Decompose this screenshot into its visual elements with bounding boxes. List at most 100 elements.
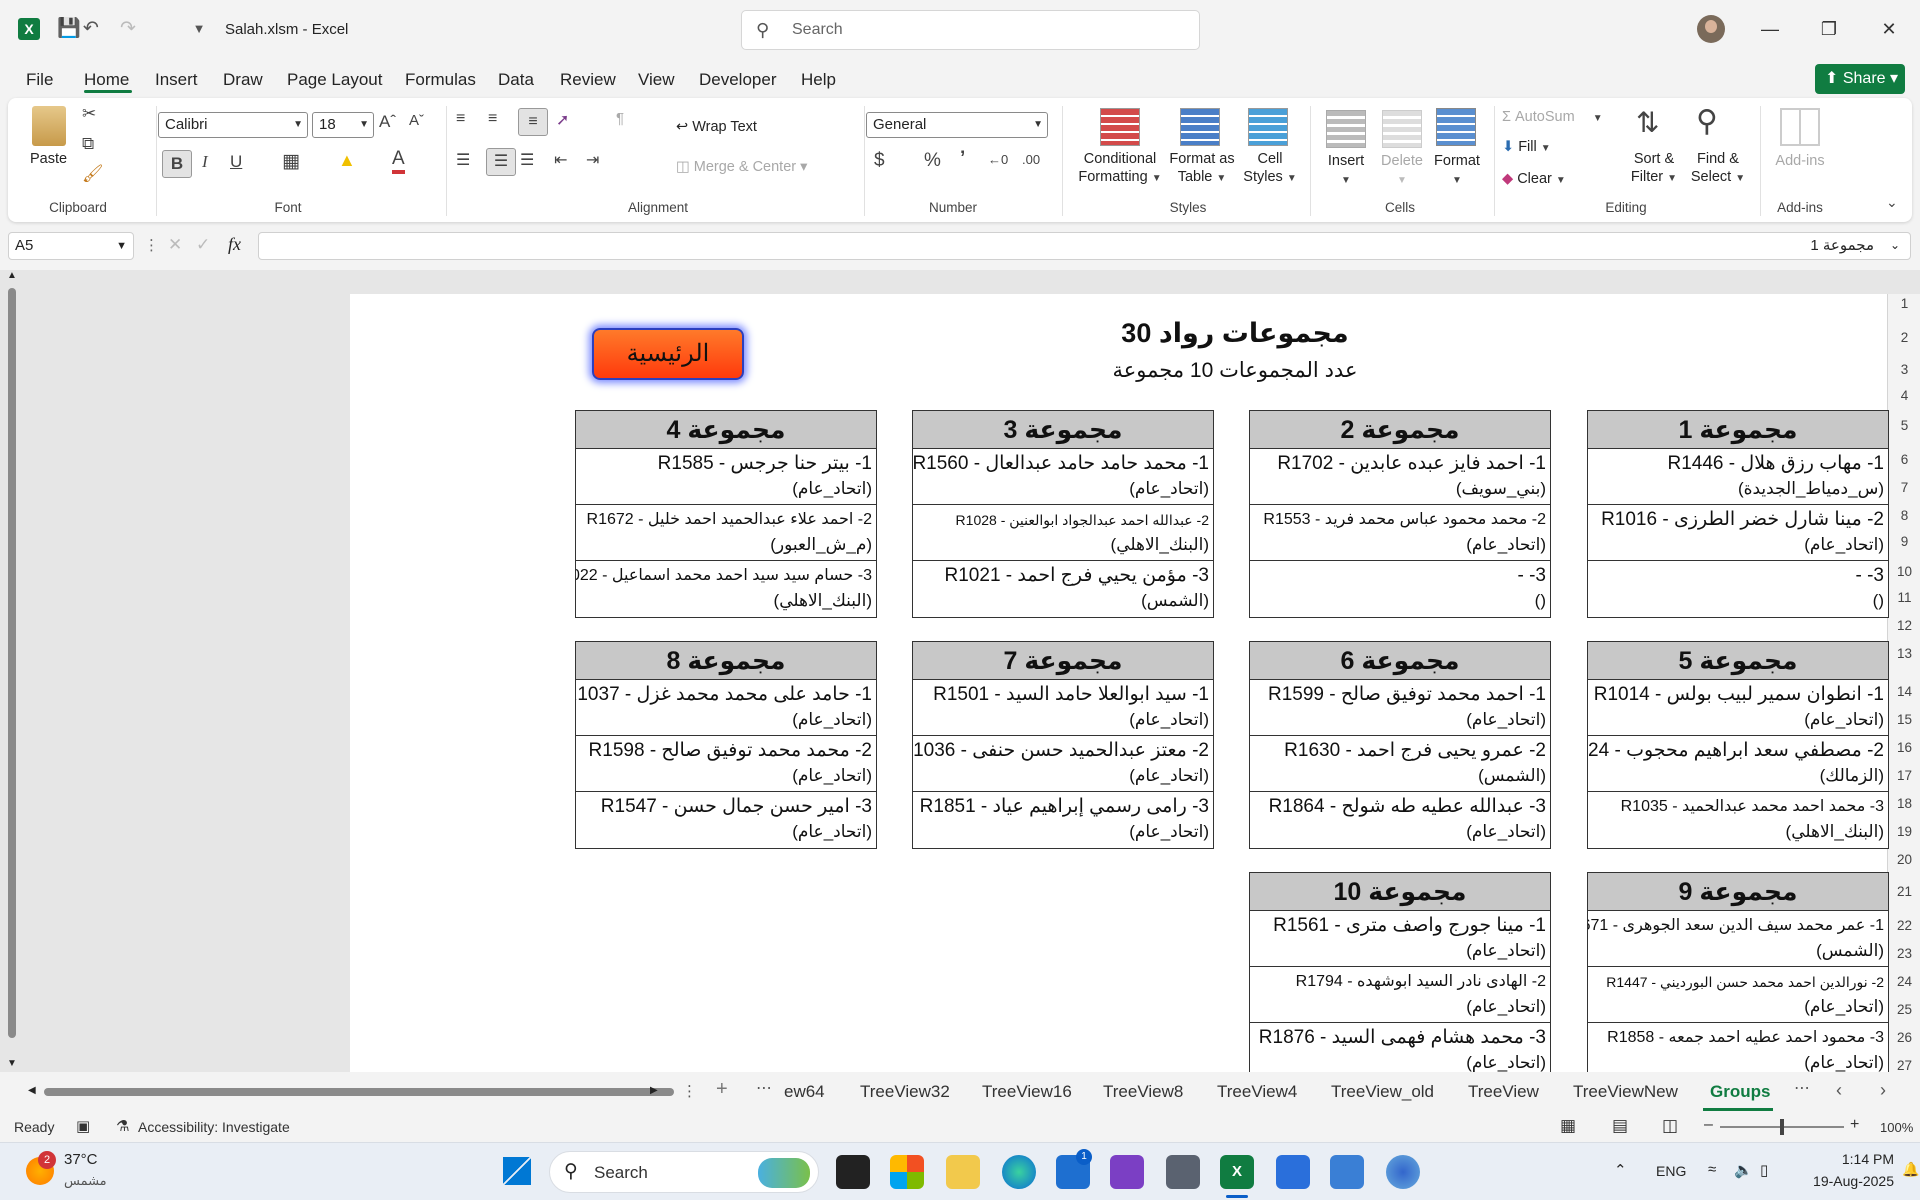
underline-icon[interactable]: U: [230, 152, 242, 172]
notifications-icon[interactable]: 🔔: [1902, 1161, 1919, 1178]
row-header[interactable]: 26: [1888, 1030, 1920, 1045]
formula-input[interactable]: مجموعة 1: [258, 232, 1911, 260]
wrap-text-button[interactable]: ↩ Wrap Text: [676, 118, 757, 136]
prev-sheet-icon[interactable]: ‹: [1836, 1080, 1842, 1101]
fill-button[interactable]: ⬇ Fill ▼: [1502, 138, 1551, 158]
start-icon[interactable]: [503, 1157, 531, 1185]
italic-icon[interactable]: I: [202, 152, 208, 172]
paste-button[interactable]: Paste: [30, 150, 67, 168]
row-header[interactable]: 19: [1888, 824, 1920, 839]
insert-cells-icon[interactable]: [1326, 110, 1366, 148]
group-member[interactable]: 1- عمر محمد سيف الدين سعد الجوهرى - R167…: [1588, 911, 1888, 967]
row-header[interactable]: 1: [1888, 296, 1920, 311]
increase-indent-icon[interactable]: ⇥: [586, 150, 599, 170]
powershell-icon[interactable]: [1276, 1155, 1310, 1189]
row-header[interactable]: 6: [1888, 452, 1920, 467]
group-member[interactable]: 1- مهاب رزق هلال - R1446 (س_دمياط_الجديدة…: [1588, 449, 1888, 505]
align-bottom-icon[interactable]: ≡: [518, 108, 548, 136]
show-hidden-icons-icon[interactable]: ⌃: [1614, 1161, 1627, 1179]
task-view-icon[interactable]: [836, 1155, 870, 1189]
decrease-indent-icon[interactable]: ⇤: [554, 150, 567, 170]
sheet-tab-treeview[interactable]: TreeView: [1468, 1082, 1539, 1102]
group-title[interactable]: مجموعة 2: [1250, 411, 1550, 449]
format-painter-icon[interactable]: 🖌: [82, 164, 104, 184]
row-header[interactable]: 10: [1888, 564, 1920, 579]
clock-date[interactable]: 19-Aug-2025: [1806, 1173, 1894, 1189]
row-header[interactable]: 20: [1888, 852, 1920, 867]
orientation-icon[interactable]: ➚: [556, 110, 569, 130]
zoom-out-icon[interactable]: –: [1704, 1116, 1713, 1134]
align-middle-icon[interactable]: ≡: [488, 110, 497, 128]
redo-icon[interactable]: ↷: [115, 16, 141, 42]
group-member[interactable]: 2- محمد محمد توفيق صالح - R1598 (اتحاد_عا…: [576, 736, 876, 792]
group-member[interactable]: 3- - (): [1250, 561, 1550, 617]
group-title[interactable]: مجموعة 3: [913, 411, 1213, 449]
align-top-icon[interactable]: ≡: [456, 110, 465, 128]
group-member[interactable]: 2- احمد علاء عبدالحميد احمد خليل - R1672…: [576, 505, 876, 561]
tab-file[interactable]: File: [26, 70, 53, 90]
row-header[interactable]: 24: [1888, 974, 1920, 989]
more-options-icon[interactable]: ⋮: [144, 236, 159, 254]
wifi-icon[interactable]: ≈: [1708, 1161, 1716, 1178]
main-menu-button[interactable]: الرئيسية: [592, 328, 744, 380]
group-title[interactable]: مجموعة 10: [1250, 873, 1550, 911]
sheet-tab-treeview16[interactable]: TreeView16: [982, 1082, 1072, 1102]
font-name-dropdown[interactable]: Calibri ▼: [158, 112, 308, 138]
number-format-dropdown[interactable]: General ▼: [866, 112, 1048, 138]
group-title[interactable]: مجموعة 9: [1588, 873, 1888, 911]
row-header[interactable]: 9: [1888, 534, 1920, 549]
find-select-icon[interactable]: ⚲: [1696, 104, 1718, 139]
minimize-button[interactable]: —: [1747, 12, 1793, 46]
copy-icon[interactable]: ⧉: [82, 134, 94, 154]
tab-view[interactable]: View: [638, 70, 675, 90]
zoom-level[interactable]: 100%: [1880, 1120, 1913, 1135]
customize-qat-icon[interactable]: ▼: [186, 16, 212, 42]
visual-studio-icon[interactable]: [1110, 1155, 1144, 1189]
collapse-ribbon-icon[interactable]: ⌄: [1886, 194, 1898, 211]
percent-icon[interactable]: %: [924, 150, 941, 172]
tab-home[interactable]: Home: [84, 70, 129, 90]
group-title[interactable]: مجموعة 4: [576, 411, 876, 449]
borders-icon[interactable]: ▦: [282, 150, 300, 173]
font-color-icon[interactable]: A: [392, 148, 405, 174]
group-member[interactable]: 3- محمد هشام فهمى السيد - R1876 (اتحاد_عا…: [1250, 1023, 1550, 1079]
group-member[interactable]: 2- الهادى نادر السيد ابوشهده - R1794 (اتح…: [1250, 967, 1550, 1023]
edge-icon[interactable]: [1002, 1155, 1036, 1189]
close-button[interactable]: ✕: [1866, 12, 1912, 46]
row-header[interactable]: 22: [1888, 918, 1920, 933]
macro-record-icon[interactable]: ▣: [76, 1117, 90, 1135]
group-title[interactable]: مجموعة 6: [1250, 642, 1550, 680]
group-member[interactable]: 3- رامى رسمي إبراهيم عياد - R1851 (اتحاد_…: [913, 792, 1213, 848]
normal-view-icon[interactable]: ▦: [1560, 1116, 1576, 1136]
page-break-view-icon[interactable]: ◫: [1662, 1116, 1678, 1136]
calculator-icon[interactable]: [1166, 1155, 1200, 1189]
group-member[interactable]: 3- محمود احمد عطيه احمد جمعه - R1858 (اتح…: [1588, 1023, 1888, 1079]
increase-decimal-icon[interactable]: ←0: [988, 152, 1008, 167]
group-title[interactable]: مجموعة 8: [576, 642, 876, 680]
tab-developer[interactable]: Developer: [699, 70, 777, 90]
cut-icon[interactable]: ✂: [82, 104, 96, 124]
group-title[interactable]: مجموعة 5: [1588, 642, 1888, 680]
format-as-table-icon[interactable]: [1180, 108, 1220, 146]
page-layout-view-icon[interactable]: ▤: [1612, 1116, 1628, 1136]
group-member[interactable]: 2- عمرو يحيى فرج احمد - R1630 (الشمس): [1250, 736, 1550, 792]
tab-formulas[interactable]: Formulas: [405, 70, 476, 90]
vertical-scrollbar[interactable]: ▲ ▼: [6, 270, 18, 1070]
tab-page-layout[interactable]: Page Layout: [287, 70, 382, 90]
sheet-tab-treeview4[interactable]: TreeView4: [1217, 1082, 1297, 1102]
format-cells-button[interactable]: Format ▼: [1428, 152, 1486, 190]
tab-review[interactable]: Review: [560, 70, 616, 90]
horizontal-scrollbar[interactable]: ◀ ▶: [28, 1085, 674, 1098]
align-right-icon[interactable]: ☰: [520, 150, 534, 170]
font-size-dropdown[interactable]: 18 ▼: [312, 112, 374, 138]
insert-cells-button[interactable]: Insert ▼: [1320, 152, 1372, 190]
group-member[interactable]: 2- عبدالله احمد عبدالجواد ابوالعنين - R1…: [913, 505, 1213, 561]
row-header[interactable]: 2: [1888, 330, 1920, 345]
sheet-tab-treeview32[interactable]: TreeView32: [860, 1082, 950, 1102]
group-member[interactable]: 3- مؤمن يحيي فرج احمد - R1021 (الشمس): [913, 561, 1213, 617]
battery-icon[interactable]: ▯: [1760, 1161, 1768, 1179]
find-select-button[interactable]: Find & Select ▼: [1686, 150, 1750, 188]
group-member[interactable]: 2- مصطفي سعد ابراهيم محجوب - R1024 (الزما…: [1588, 736, 1888, 792]
group-member[interactable]: 1- احمد محمد توفيق صالح - R1599 (اتحاد_عا…: [1250, 680, 1550, 736]
decrease-decimal-icon[interactable]: .00: [1022, 152, 1040, 167]
